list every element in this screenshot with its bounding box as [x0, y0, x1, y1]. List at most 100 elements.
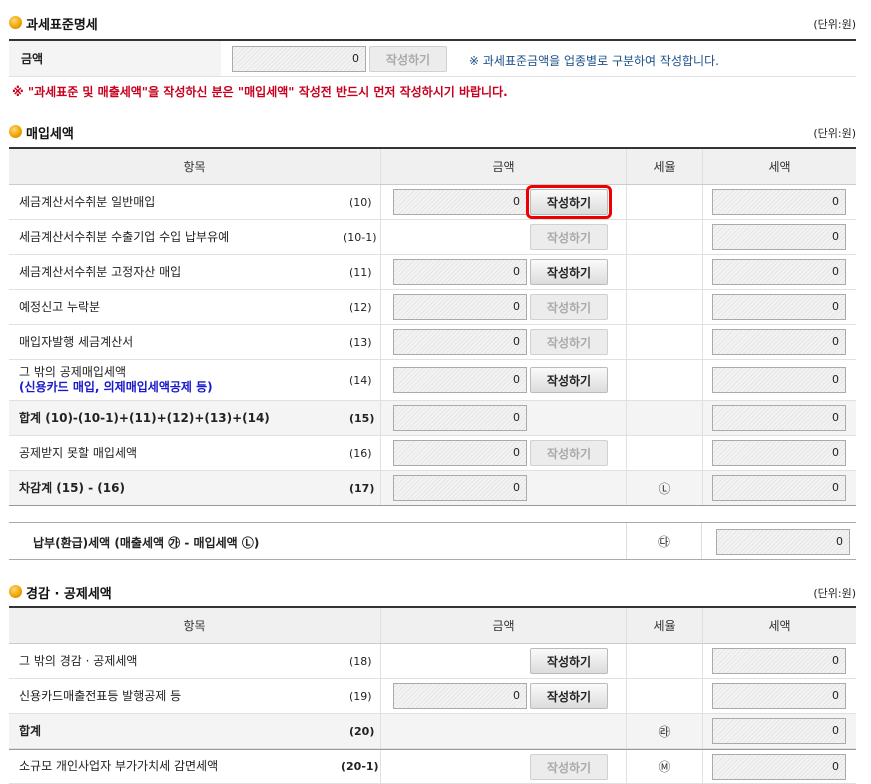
tax-input[interactable]: 0 [712, 224, 846, 250]
tax-input[interactable]: 0 [712, 294, 846, 320]
table-row: 세금계산서수취분 고정자산 매입 (11) 0 작성하기 0 [9, 255, 856, 290]
write-button[interactable]: 작성하기 [530, 440, 608, 466]
row-number: (19) [349, 689, 372, 703]
bullet-icon [9, 585, 22, 598]
row-label: 그 밖의 경감 · 공제세액 [19, 653, 138, 668]
row-number: (10) [349, 195, 372, 209]
tax-input[interactable]: 0 [712, 189, 846, 215]
tax-input[interactable]: 0 [712, 259, 846, 285]
header-rate: 세율 [626, 608, 702, 643]
tax-base-write-button[interactable]: 작성하기 [369, 46, 447, 72]
tax-input[interactable]: 0 [712, 329, 846, 355]
table-header: 항목 금액 세율 세액 [9, 608, 856, 644]
bullet-icon [9, 125, 22, 138]
amount-input[interactable]: 0 [393, 405, 527, 431]
row-label: 그 밖의 공제매입세액 [19, 365, 126, 379]
header-rate: 세율 [626, 149, 702, 184]
amount-input[interactable]: 0 [393, 475, 527, 501]
header-amount: 금액 [380, 149, 626, 184]
row-number: (15) [349, 411, 375, 425]
section-title: 경감 · 공제세액 [26, 587, 112, 602]
amount-input[interactable]: 0 [393, 189, 527, 215]
amount-input[interactable]: 0 [393, 294, 527, 320]
write-button[interactable]: 작성하기 [526, 185, 612, 219]
table-row: 합계 (20) ㉱ 0 [9, 714, 856, 749]
reduction-table: 항목 금액 세율 세액 그 밖의 경감 · 공제세액 (18) 작성하기 0 신… [9, 606, 856, 784]
tax-input[interactable]: 0 [712, 367, 846, 393]
tax-input[interactable]: 0 [712, 440, 846, 466]
tax-input[interactable]: 0 [712, 683, 846, 709]
bullet-icon [9, 16, 22, 29]
table-row: 세금계산서수취분 수출기업 수입 납부유예 (10-1) 작성하기 0 [9, 220, 856, 255]
table-row: 그 밖의 공제매입세액 (신용카드 매입, 의제매입세액공제 등) (14) 0… [9, 360, 856, 401]
row-label: 매입자발행 세금계산서 [19, 334, 134, 349]
table-row: 신용카드매출전표등 발행공제 등 (19) 0 작성하기 0 [9, 679, 856, 714]
write-button[interactable]: 작성하기 [530, 367, 608, 393]
table-row: 차감계 (15) - (16) (17) 0 Ⓛ 0 [9, 471, 856, 506]
table-row: 합계 (10)-(10-1)+(11)+(12)+(13)+(14) (15) … [9, 401, 856, 436]
row-label: 세금계산서수취분 일반매입 [19, 194, 156, 209]
purchase-tax-table: 항목 금액 세율 세액 세금계산서수취분 일반매입 (10) 0 작성하기 0 … [9, 147, 856, 506]
warning-text: ※ "과세표준 및 매출세액"을 작성하신 분은 "매입세액" 작성전 반드시 … [12, 85, 508, 99]
tax-base-note: ※ 과세표준금액을 업종별로 구분하여 작성합니다. [469, 54, 719, 68]
amount-input[interactable]: 0 [393, 683, 527, 709]
tax-base-table: 금액 0 작성하기 ※ 과세표준금액을 업종별로 구분하여 작성합니다. [9, 39, 856, 77]
table-row: 그 밖의 경감 · 공제세액 (18) 작성하기 0 [9, 644, 856, 679]
amount-input[interactable]: 0 [393, 329, 527, 355]
amount-input[interactable]: 0 [393, 440, 527, 466]
rate-symbol: Ⓜ [658, 760, 671, 774]
write-button[interactable]: 작성하기 [530, 224, 608, 250]
tax-input[interactable]: 0 [712, 475, 846, 501]
tax-input[interactable]: 0 [712, 754, 846, 780]
row-label: 차감계 (15) - (16) [19, 480, 125, 495]
header-item: 항목 [183, 160, 206, 174]
row-label: 합계 (10)-(10-1)+(11)+(12)+(13)+(14) [19, 410, 270, 425]
row-label: 신용카드매출전표등 발행공제 등 [19, 688, 182, 703]
row-number: (14) [349, 373, 372, 387]
write-button[interactable]: 작성하기 [530, 329, 608, 355]
tax-input[interactable]: 0 [712, 718, 846, 744]
row-label: 합계 [19, 723, 42, 738]
amount-input[interactable]: 0 [393, 367, 527, 393]
amount-input[interactable]: 0 [393, 259, 527, 285]
rate-symbol: ㉱ [658, 724, 671, 739]
write-button[interactable]: 작성하기 [530, 754, 608, 780]
tax-input[interactable]: 0 [712, 405, 846, 431]
row-number: (11) [349, 265, 372, 279]
unit-label: (단위:원) [813, 587, 856, 600]
section-header-purchase-tax: 매입세액 (단위:원) [9, 121, 856, 143]
row-number: (16) [349, 446, 372, 460]
payable-tax-label: 납부(환급)세액 (매출세액 ㉮ - 매입세액 Ⓛ) [33, 536, 260, 550]
tax-base-row: 금액 0 작성하기 ※ 과세표준금액을 업종별로 구분하여 작성합니다. [9, 41, 856, 77]
row-label: 세금계산서수취분 고정자산 매입 [19, 264, 182, 279]
section-header-tax-base: 과세표준명세 (단위:원) [9, 12, 856, 34]
row-number: (20-1) [341, 760, 379, 773]
row-number: (17) [349, 481, 375, 495]
header-tax: 세액 [702, 149, 856, 184]
table-row: 매입자발행 세금계산서 (13) 0 작성하기 0 [9, 325, 856, 360]
tax-input[interactable]: 0 [712, 648, 846, 674]
write-button[interactable]: 작성하기 [530, 648, 608, 674]
header-item: 항목 [183, 619, 206, 633]
tax-base-amount-input[interactable]: 0 [232, 46, 366, 72]
write-button[interactable]: 작성하기 [530, 294, 608, 320]
rate-symbol: Ⓛ [658, 481, 671, 496]
section-title: 과세표준명세 [26, 18, 98, 33]
row-label: 소규모 개인사업자 부가가치세 감면세액 [19, 759, 219, 773]
header-amount: 금액 [380, 608, 626, 643]
write-button[interactable]: 작성하기 [530, 683, 608, 709]
row-number: (20) [349, 724, 375, 738]
write-button[interactable]: 작성하기 [530, 259, 608, 285]
section-title: 매입세액 [26, 127, 74, 142]
payable-rate-symbol: ㉰ [657, 534, 670, 549]
row-number: (18) [349, 654, 372, 668]
row-label: 공제받지 못할 매입세액 [19, 445, 138, 460]
payable-tax-input[interactable]: 0 [716, 529, 850, 555]
row-label-sub: (신용카드 매입, 의제매입세액공제 등) [19, 380, 213, 394]
amount-label: 금액 [21, 52, 44, 66]
table-row: 소규모 개인사업자 부가가치세 감면세액 (20-1) 작성하기 Ⓜ 0 [9, 749, 856, 784]
row-label: 예정신고 누락분 [19, 299, 101, 314]
table-row: 세금계산서수취분 일반매입 (10) 0 작성하기 0 [9, 185, 856, 220]
unit-label: (단위:원) [813, 18, 856, 31]
table-row: 공제받지 못할 매입세액 (16) 0 작성하기 0 [9, 436, 856, 471]
